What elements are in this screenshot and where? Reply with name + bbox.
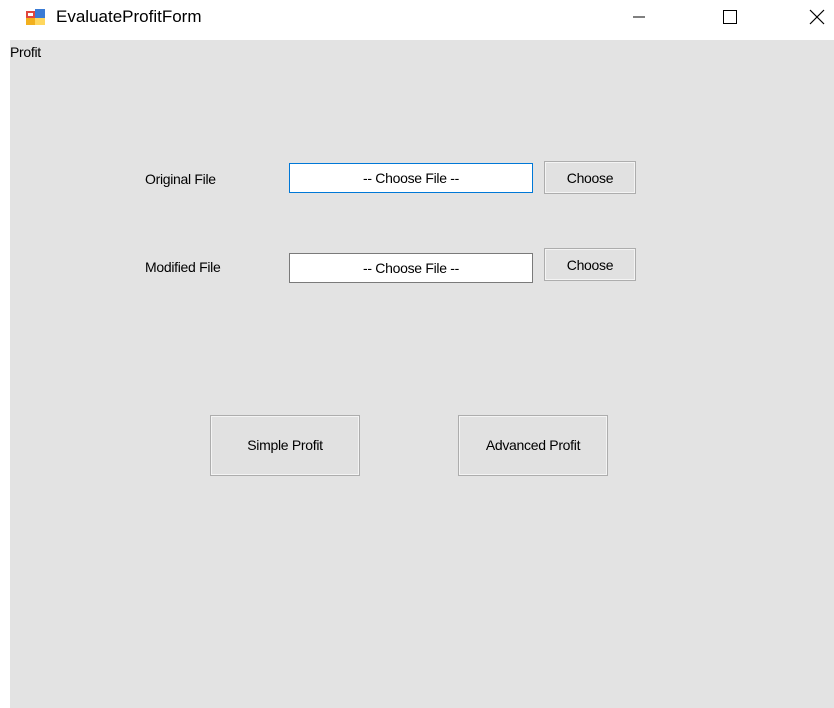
minimize-icon — [633, 11, 645, 23]
app-window: EvaluateProfitForm Profit Original File … — [0, 0, 834, 708]
simple-profit-button[interactable]: Simple Profit — [210, 415, 360, 476]
choose-original-label: Choose — [566, 169, 614, 186]
original-file-field[interactable]: -- Choose File -- — [289, 163, 533, 193]
choose-modified-label: Choose — [566, 256, 614, 273]
choose-original-button[interactable]: Choose — [544, 161, 636, 194]
form-client-area: Profit Original File -- Choose File -- C… — [10, 40, 834, 708]
title-bar[interactable]: EvaluateProfitForm — [0, 0, 834, 36]
modified-file-field[interactable]: -- Choose File -- — [289, 253, 533, 283]
original-file-value: -- Choose File -- — [362, 170, 460, 186]
maximize-button[interactable] — [707, 0, 753, 34]
advanced-profit-label: Advanced Profit — [485, 437, 581, 453]
minimize-button[interactable] — [616, 0, 662, 34]
original-file-label: Original File — [145, 171, 216, 187]
close-button[interactable] — [800, 0, 834, 34]
modified-file-label: Modified File — [145, 259, 221, 275]
choose-modified-button[interactable]: Choose — [544, 248, 636, 281]
app-icon — [26, 9, 46, 25]
advanced-profit-button[interactable]: Advanced Profit — [458, 415, 608, 476]
profit-label: Profit — [10, 44, 41, 60]
window-title: EvaluateProfitForm — [56, 7, 202, 26]
simple-profit-label: Simple Profit — [247, 437, 323, 453]
maximize-icon — [723, 10, 737, 24]
modified-file-value: -- Choose File -- — [362, 260, 460, 276]
close-icon — [809, 9, 825, 25]
